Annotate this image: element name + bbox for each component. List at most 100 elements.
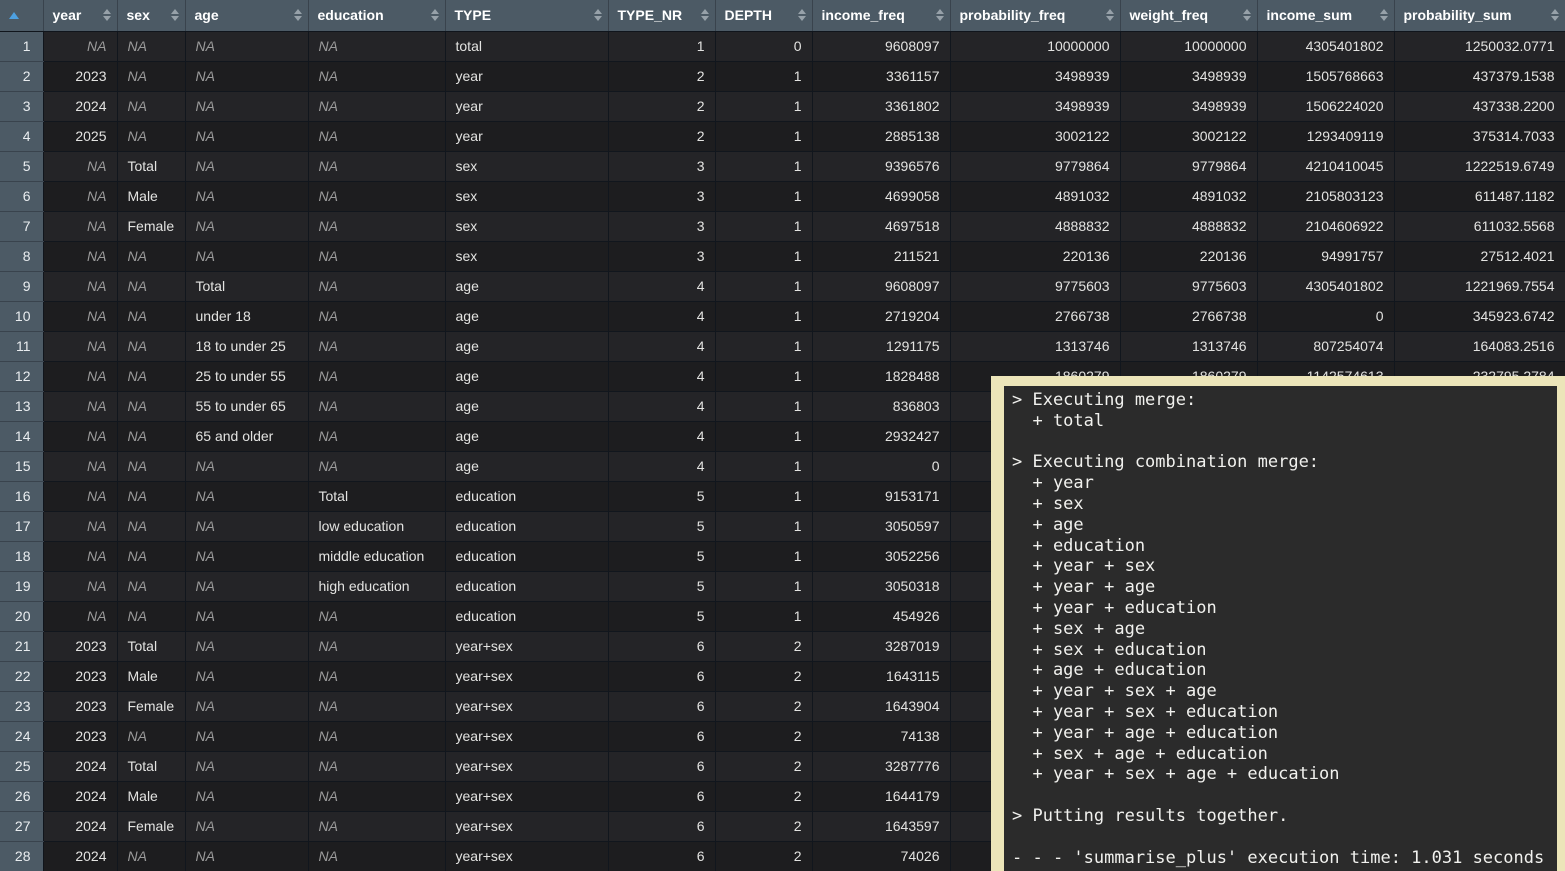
column-header-income_freq[interactable]: income_freq [812,0,950,31]
na-value: NA [196,38,215,54]
cell-TYPE: year+sex [445,691,608,721]
cell-education: NA [308,181,445,211]
cell-DEPTH: 2 [715,721,812,751]
na-value: NA [87,578,106,594]
na-value: NA [319,668,338,684]
console-line: + year + age [1012,577,1551,598]
cell-age: 18 to under 25 [185,331,308,361]
cell-TYPE_NR: 3 [608,241,715,271]
cell-TYPE: year+sex [445,631,608,661]
cell-sex: NA [117,241,185,271]
na-value: NA [196,608,215,624]
cell-DEPTH: 1 [715,211,812,241]
na-value: NA [196,818,215,834]
cell-year: NA [43,331,117,361]
cell-income_freq: 211521 [812,241,950,271]
cell-age: under 18 [185,301,308,331]
na-value: NA [319,698,338,714]
cell-education: NA [308,691,445,721]
row-number: 19 [0,571,43,601]
cell-TYPE_NR: 3 [608,181,715,211]
column-header-probability_sum[interactable]: probability_sum [1394,0,1565,31]
cell-age: NA [185,181,308,211]
column-header-income_sum[interactable]: income_sum [1257,0,1394,31]
cell-DEPTH: 1 [715,421,812,451]
na-value: NA [196,248,215,264]
na-value: NA [87,38,106,54]
cell-TYPE: education [445,571,608,601]
na-value: NA [128,368,147,384]
cell-TYPE: year+sex [445,721,608,751]
cell-age: NA [185,211,308,241]
cell-TYPE_NR: 2 [608,121,715,151]
column-header-age[interactable]: age [185,0,308,31]
cell-TYPE_NR: 4 [608,271,715,301]
sort-icon [798,9,806,21]
cell-DEPTH: 2 [715,751,812,781]
column-header-year[interactable]: year [43,0,117,31]
cell-TYPE: age [445,331,608,361]
cell-income_freq: 2932427 [812,421,950,451]
cell-income_sum: 4210410045 [1257,151,1394,181]
cell-age: NA [185,811,308,841]
cell-TYPE: age [445,271,608,301]
na-value: NA [196,548,215,564]
na-value: NA [128,488,147,504]
cell-TYPE: year+sex [445,751,608,781]
cell-TYPE_NR: 6 [608,811,715,841]
column-header-probability_freq[interactable]: probability_freq [950,0,1120,31]
cell-probability_sum: 345923.6742 [1394,301,1565,331]
cell-income_freq: 454926 [812,601,950,631]
cell-TYPE: sex [445,181,608,211]
cell-age: NA [185,631,308,661]
cell-TYPE_NR: 5 [608,601,715,631]
na-value: NA [319,368,338,384]
na-value: NA [87,518,106,534]
column-label: sex [127,7,150,23]
cell-TYPE: year+sex [445,841,608,871]
cell-year: NA [43,481,117,511]
na-value: NA [319,188,338,204]
na-value: NA [128,98,147,114]
console-line: + year + sex + age + education [1012,764,1551,785]
cell-DEPTH: 1 [715,241,812,271]
row-number-header[interactable] [0,0,43,31]
cell-age: NA [185,691,308,721]
na-value: NA [319,38,338,54]
cell-sex: Female [117,211,185,241]
column-header-DEPTH[interactable]: DEPTH [715,0,812,31]
cell-DEPTH: 1 [715,91,812,121]
na-value: NA [128,278,147,294]
row-number: 3 [0,91,43,121]
cell-education: NA [308,721,445,751]
cell-DEPTH: 1 [715,271,812,301]
na-value: NA [87,218,106,234]
column-header-education[interactable]: education [308,0,445,31]
column-header-TYPE[interactable]: TYPE [445,0,608,31]
cell-age: NA [185,601,308,631]
row-number: 5 [0,151,43,181]
cell-education: NA [308,451,445,481]
na-value: NA [87,608,106,624]
row-number: 17 [0,511,43,541]
cell-probability_freq: 9779864 [950,151,1120,181]
column-header-TYPE_NR[interactable]: TYPE_NR [608,0,715,31]
cell-income_freq: 2719204 [812,301,950,331]
na-value: NA [128,38,147,54]
cell-sex: NA [117,451,185,481]
column-header-weight_freq[interactable]: weight_freq [1120,0,1257,31]
row-number: 7 [0,211,43,241]
cell-DEPTH: 1 [715,601,812,631]
row-number: 10 [0,301,43,331]
na-value: NA [128,518,147,534]
cell-education: NA [308,631,445,661]
cell-year: 2024 [43,91,117,121]
cell-DEPTH: 2 [715,691,812,721]
cell-income_freq: 1643904 [812,691,950,721]
column-header-sex[interactable]: sex [117,0,185,31]
cell-DEPTH: 1 [715,301,812,331]
cell-income_freq: 3050597 [812,511,950,541]
sort-icon [1551,9,1559,21]
console-line [1012,827,1551,848]
cell-DEPTH: 1 [715,391,812,421]
